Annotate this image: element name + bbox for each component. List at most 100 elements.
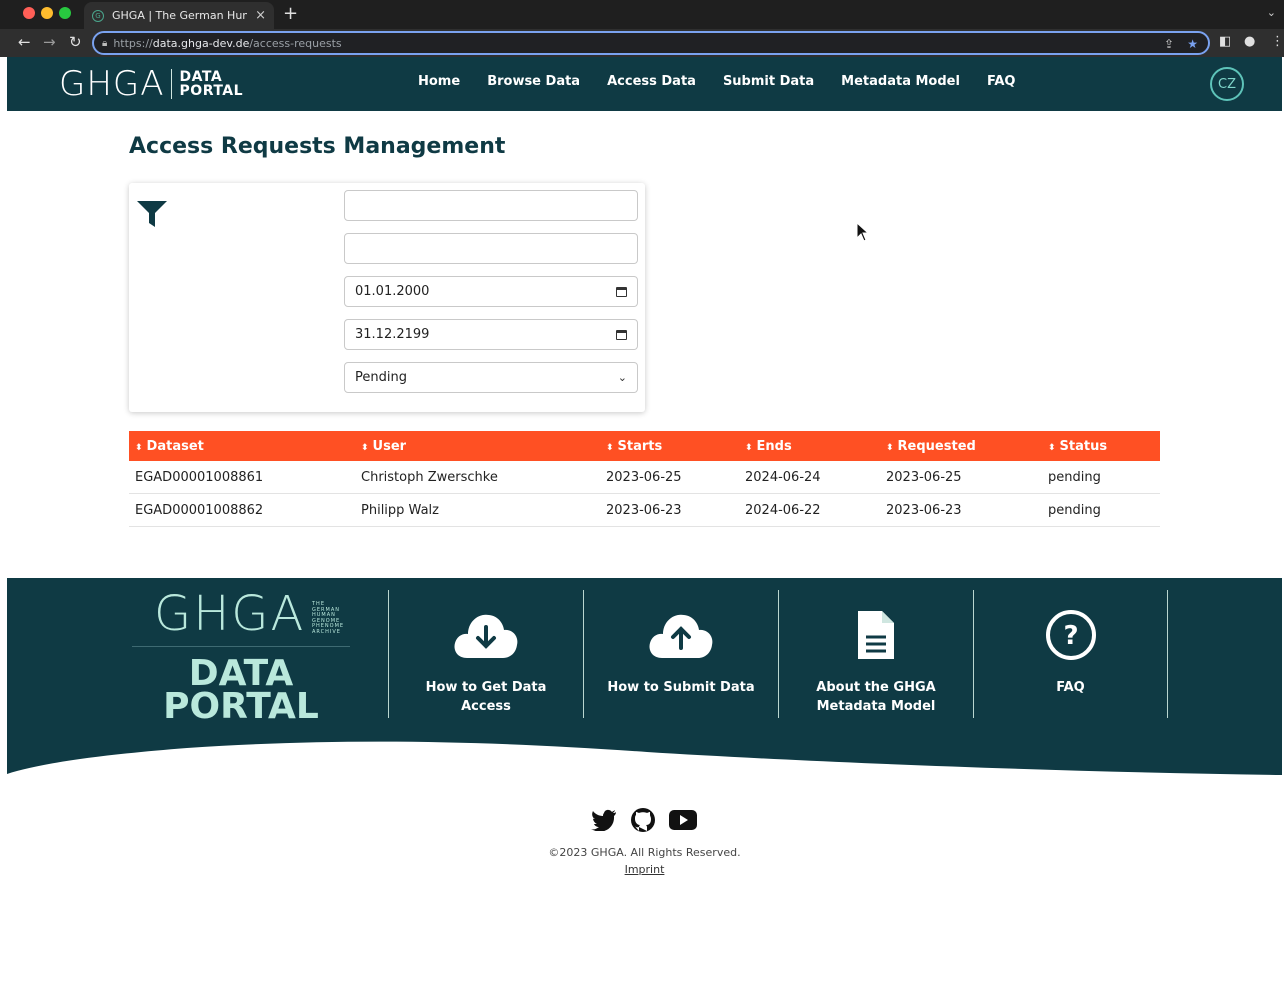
filter-row-user: User bbox=[187, 233, 638, 264]
date-from-label: Requested date from bbox=[188, 289, 343, 304]
cell-ends: 2024-06-24 bbox=[745, 469, 821, 485]
status-select[interactable]: Pending ⌄ bbox=[344, 362, 638, 393]
site-footer: GHGA THE GERMAN HUMAN GENOME PHENOME ARC… bbox=[7, 578, 1282, 778]
table-header: ⬍ Dataset ⬍ User ⬍ Starts ⬍ Ends ⬍ Requested … bbox=[129, 431, 1160, 461]
calendar-icon[interactable] bbox=[616, 329, 627, 340]
footer-link-submit-data[interactable]: How to Submit Data bbox=[583, 590, 778, 718]
cell-dataset: EGAD00001008861 bbox=[135, 469, 264, 485]
chevron-down-icon: ⌄ bbox=[617, 371, 627, 384]
cell-starts: 2023-06-25 bbox=[606, 469, 682, 485]
date-from-input[interactable]: 01.01.2000 bbox=[344, 276, 638, 307]
question-circle-icon: ? bbox=[1045, 602, 1097, 668]
tab-title: GHGA | The German Human Genome-Phenome A… bbox=[112, 9, 247, 22]
filter-row-date-from: Requested date from 01.01.2000 bbox=[187, 276, 638, 307]
cell-user: Philipp Walz bbox=[361, 502, 439, 518]
cell-starts: 2023-06-23 bbox=[606, 502, 682, 518]
footer-link-label: How to Submit Data bbox=[607, 680, 755, 695]
copyright-text: ©2023 GHGA. All Rights Reserved. bbox=[548, 846, 741, 859]
col-header-user[interactable]: ⬍ User bbox=[355, 439, 600, 454]
nav-home[interactable]: Home bbox=[418, 74, 460, 89]
bookmark-star-icon[interactable]: ★ bbox=[1187, 37, 1198, 51]
status-filter-label: Status bbox=[241, 375, 290, 390]
tab-search-chevron-icon[interactable]: ⌄ bbox=[1267, 6, 1276, 19]
filter-panel: Dataset User Requested date from 01.01.2… bbox=[129, 183, 645, 412]
sidebar-icon[interactable]: ◧ bbox=[1219, 34, 1231, 49]
menu-dots-icon[interactable]: ⋮ bbox=[1271, 34, 1284, 49]
cell-requested: 2023-06-23 bbox=[886, 502, 962, 518]
cell-status: pending bbox=[1048, 502, 1101, 518]
col-header-label: Starts bbox=[617, 438, 663, 454]
footer-logo[interactable]: GHGA THE GERMAN HUMAN GENOME PHENOME ARC… bbox=[132, 588, 350, 727]
table-row[interactable]: EGAD00001008862 Philipp Walz 2023-06-23 … bbox=[129, 494, 1160, 527]
table-row[interactable]: EGAD00001008861 Christoph Zwerschke 2023… bbox=[129, 461, 1160, 494]
footer-link-metadata-model[interactable]: About the GHGA Metadata Model bbox=[778, 590, 973, 718]
minimize-window-button[interactable] bbox=[41, 7, 53, 19]
profile-icon[interactable]: ● bbox=[1244, 34, 1255, 49]
back-icon[interactable]: ← bbox=[18, 33, 31, 51]
status-select-value: Pending bbox=[355, 370, 407, 385]
calendar-icon[interactable] bbox=[616, 286, 627, 297]
maximize-window-button[interactable] bbox=[59, 7, 71, 19]
dataset-filter-label: Dataset bbox=[236, 203, 295, 218]
cell-ends: 2024-06-22 bbox=[745, 502, 821, 518]
footer-link-data-access[interactable]: How to Get Data Access bbox=[388, 590, 583, 718]
main-nav: Home Browse Data Access Data Submit Data… bbox=[418, 74, 1015, 89]
user-filter-input[interactable] bbox=[344, 233, 638, 264]
address-bar[interactable]: 🔒︎ https://data.ghga-dev.de/access-reque… bbox=[92, 31, 1210, 55]
close-tab-icon[interactable]: × bbox=[255, 8, 266, 23]
user-filter-label: User bbox=[248, 246, 283, 261]
cell-requested: 2023-06-25 bbox=[886, 469, 962, 485]
logo-subtitle: DATA PORTAL bbox=[180, 70, 244, 98]
favicon-icon: G bbox=[92, 9, 104, 22]
imprint-link[interactable]: Imprint bbox=[7, 863, 1282, 876]
sort-icon: ⬍ bbox=[606, 442, 614, 453]
col-header-status[interactable]: ⬍ Status bbox=[1042, 439, 1160, 454]
footer-link-label: FAQ bbox=[1056, 680, 1085, 695]
new-tab-icon[interactable]: + bbox=[283, 3, 298, 24]
nav-submit-data[interactable]: Submit Data bbox=[723, 74, 814, 89]
date-until-label: Requested date until bbox=[188, 332, 343, 347]
close-window-button[interactable] bbox=[23, 7, 35, 19]
youtube-icon[interactable] bbox=[669, 810, 697, 830]
url-text: https://data.ghga-dev.de/access-requests bbox=[113, 36, 342, 50]
date-until-value: 31.12.2199 bbox=[355, 327, 430, 342]
logo-divider bbox=[170, 69, 172, 99]
user-avatar[interactable]: CZ bbox=[1210, 67, 1244, 101]
col-header-starts[interactable]: ⬍ Starts bbox=[600, 439, 739, 454]
col-header-label: Status bbox=[1059, 438, 1108, 454]
nav-metadata-model[interactable]: Metadata Model bbox=[841, 74, 960, 89]
nav-access-data[interactable]: Access Data bbox=[607, 74, 696, 89]
nav-browse-data[interactable]: Browse Data bbox=[487, 74, 580, 89]
col-header-label: Ends bbox=[756, 438, 792, 454]
portal-line-portal: PORTAL bbox=[163, 686, 319, 727]
ghga-logo[interactable]: GHGA DATA PORTAL bbox=[59, 67, 243, 101]
site-header: GHGA DATA PORTAL Home Browse Data Access… bbox=[7, 57, 1282, 111]
dataset-filter-input[interactable] bbox=[344, 190, 638, 221]
browser-tab[interactable]: G GHGA | The German Human Genome-Phenome… bbox=[84, 2, 274, 29]
col-header-dataset[interactable]: ⬍ Dataset bbox=[129, 439, 355, 454]
date-until-input[interactable]: 31.12.2199 bbox=[344, 319, 638, 350]
footer-logo-tagline: THE GERMAN HUMAN GENOME PHENOME ARCHIVE bbox=[312, 601, 344, 635]
col-header-requested[interactable]: ⬍ Requested bbox=[880, 439, 1042, 454]
cell-dataset: EGAD00001008862 bbox=[135, 502, 264, 518]
sort-icon: ⬍ bbox=[361, 442, 369, 453]
cloud-download-icon bbox=[453, 602, 519, 668]
forward-icon[interactable]: → bbox=[43, 33, 56, 51]
footer-logo-portal: DATA PORTAL bbox=[132, 656, 350, 727]
lock-icon: 🔒︎ bbox=[102, 37, 108, 49]
browser-toolbar: ← → ↻ 🔒︎ https://data.ghga-dev.de/access… bbox=[0, 29, 1284, 57]
col-header-ends[interactable]: ⬍ Ends bbox=[739, 439, 880, 454]
nav-faq[interactable]: FAQ bbox=[987, 74, 1016, 89]
access-requests-table: ⬍ Dataset ⬍ User ⬍ Starts ⬍ Ends ⬍ Requested … bbox=[129, 431, 1160, 527]
share-icon[interactable]: ⇪ bbox=[1164, 37, 1174, 51]
github-icon[interactable] bbox=[630, 807, 656, 833]
twitter-icon[interactable] bbox=[591, 809, 617, 831]
filter-funnel-icon bbox=[137, 201, 167, 227]
reload-icon[interactable]: ↻ bbox=[69, 33, 82, 51]
col-header-label: Dataset bbox=[146, 438, 204, 454]
logo-ghga-text: GHGA bbox=[59, 64, 165, 104]
document-icon bbox=[856, 602, 896, 668]
sort-icon: ⬍ bbox=[135, 442, 143, 453]
social-links bbox=[591, 807, 697, 833]
footer-link-faq[interactable]: ? FAQ bbox=[973, 590, 1168, 718]
